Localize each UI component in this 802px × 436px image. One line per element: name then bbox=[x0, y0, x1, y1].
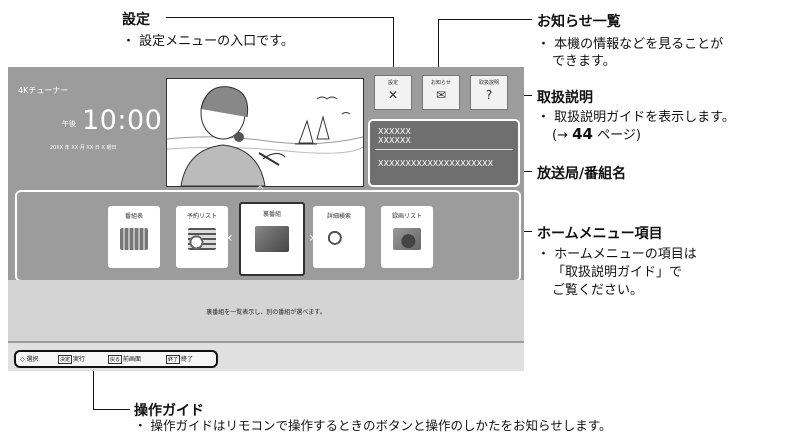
menu-item-label: 予約リスト bbox=[186, 213, 217, 220]
menu-item-other-channels[interactable]: 裏番組 bbox=[239, 202, 305, 276]
grid-icon bbox=[120, 228, 148, 250]
notices-annotation-text-2: できます。 bbox=[552, 54, 616, 69]
menu-item-label: 番組表 bbox=[124, 213, 143, 220]
operation-guide-box: ◇ 選択 決定 実行 戻る 前画面 終了 終了 bbox=[14, 350, 218, 368]
tuner-label: 4Kチューナー bbox=[18, 86, 69, 95]
program-preview-image[interactable] bbox=[166, 78, 364, 187]
menu-item-recording-list[interactable]: 録画リスト bbox=[381, 206, 433, 268]
dpad-icon: ◇ bbox=[20, 356, 25, 363]
menu-item-program-guide[interactable]: 番組表 bbox=[108, 206, 160, 268]
settings-button-label: 設定 bbox=[387, 80, 398, 86]
clock-time: 10:00 bbox=[82, 105, 163, 136]
guide-leader-v bbox=[93, 371, 94, 410]
menu-item-description: 裏番組を一覧表示し、別の番組が選べます。 bbox=[206, 309, 326, 316]
stacked-screens-icon bbox=[255, 226, 289, 252]
tv-screen: 4Kチューナー 午後 10:00 20XX 年 XX 月 XX 日 X 曜日 設… bbox=[8, 67, 524, 371]
decide-key-icon: 決定 bbox=[58, 355, 73, 364]
back-key-icon: 戻る bbox=[108, 355, 123, 364]
guide-end-label: 終了 bbox=[181, 356, 194, 363]
magnifier-icon bbox=[325, 228, 353, 250]
menu-item-label: 裏番組 bbox=[262, 211, 281, 218]
chevron-right-icon[interactable]: › bbox=[309, 230, 315, 246]
guide-back-label: 前画面 bbox=[123, 356, 142, 363]
time-ampm: 午後 bbox=[62, 120, 76, 128]
guide-leader-h bbox=[93, 409, 130, 410]
station-annotation-title: 放送局/番組名 bbox=[537, 166, 627, 182]
operation-guide-bar: ◇ 選択 決定 実行 戻る 前画面 終了 終了 bbox=[8, 343, 524, 371]
recording-icon bbox=[393, 228, 421, 250]
clock-list-icon bbox=[188, 228, 216, 250]
notices-button-label: お知らせ bbox=[431, 80, 451, 86]
home-menu-annotation-title: ホームメニュー項目 bbox=[537, 226, 663, 242]
program-name: XXXXXXXXXXXXXXXXXXXXX bbox=[378, 159, 494, 168]
settings-annotation-text: ・ 設定メニューの入口です。 bbox=[122, 34, 294, 49]
station-name-line1: XXXXXX bbox=[378, 127, 411, 136]
home-menu-annotation-text-1: ・ ホームメニューの項目は bbox=[537, 247, 697, 262]
guide-select: ◇ 選択 bbox=[20, 354, 39, 363]
clock-date: 20XX 年 XX 月 XX 日 X 曜日 bbox=[50, 145, 117, 151]
manual-annotation-title: 取扱説明 bbox=[537, 90, 593, 106]
guide-annotation-text: ・ 操作ガイドはリモコンで操作するときのボタンと操作のしかたをお知らせします。 bbox=[134, 418, 612, 433]
guide-decide: 決定 実行 bbox=[58, 354, 85, 364]
manual-button-label: 取扱説明 bbox=[478, 80, 499, 86]
menu-item-label: 録画リスト bbox=[391, 213, 422, 220]
station-name-line2: XXXXXX bbox=[378, 136, 411, 145]
manual-button[interactable]: 取扱説明 ? bbox=[470, 75, 508, 110]
question-icon: ? bbox=[485, 88, 493, 102]
notices-leader-h bbox=[438, 19, 532, 20]
settings-button[interactable]: 設定 ✕ bbox=[374, 75, 412, 110]
guide-back: 戻る 前画面 bbox=[108, 354, 141, 364]
notices-annotation-title: お知らせ一覧 bbox=[537, 14, 621, 30]
menu-item-reservation-list[interactable]: 予約リスト bbox=[176, 206, 228, 268]
manual-annotation-text-2: (→ 44 ページ) bbox=[552, 126, 641, 144]
end-key-icon: 終了 bbox=[166, 355, 181, 364]
guide-decide-label: 実行 bbox=[73, 356, 86, 363]
home-menu-annotation-text-3: ご覧ください。 bbox=[552, 283, 644, 298]
menu-item-label: 詳細検索 bbox=[326, 213, 351, 220]
description-bar: 裏番組を一覧表示し、別の番組が選べます。 bbox=[8, 280, 524, 341]
home-menu-annotation-text-2: 「取扱説明ガイド」で bbox=[552, 265, 683, 280]
manual-page-number: 44 bbox=[572, 125, 593, 143]
guide-select-label: 選択 bbox=[26, 356, 39, 363]
station-info-divider bbox=[375, 149, 513, 150]
settings-leader-h bbox=[166, 17, 394, 18]
chevron-left-icon[interactable]: ‹ bbox=[227, 230, 233, 246]
envelope-icon: ✉ bbox=[435, 88, 447, 102]
guide-end: 終了 終了 bbox=[166, 354, 193, 364]
manual-page-suffix: ページ) bbox=[592, 128, 641, 143]
home-menu-strip: 番組表 予約リスト 裏番組 詳細検索 録画リスト ‹ › bbox=[15, 190, 521, 282]
settings-annotation-title: 設定 bbox=[122, 12, 150, 28]
manual-page-prefix: (→ bbox=[552, 128, 573, 143]
notices-button[interactable]: お知らせ ✉ bbox=[422, 75, 460, 110]
notices-annotation-text-1: ・ 本機の情報などを見ることが bbox=[537, 37, 724, 52]
menu-item-detailed-search[interactable]: 詳細検索 bbox=[313, 206, 365, 268]
tools-icon: ✕ bbox=[387, 88, 399, 102]
station-info-box: XXXXXX XXXXXX XXXXXXXXXXXXXXXXXXXXX bbox=[368, 119, 520, 187]
manual-annotation-text-1: ・ 取扱説明ガイドを表示します。 bbox=[537, 110, 735, 125]
